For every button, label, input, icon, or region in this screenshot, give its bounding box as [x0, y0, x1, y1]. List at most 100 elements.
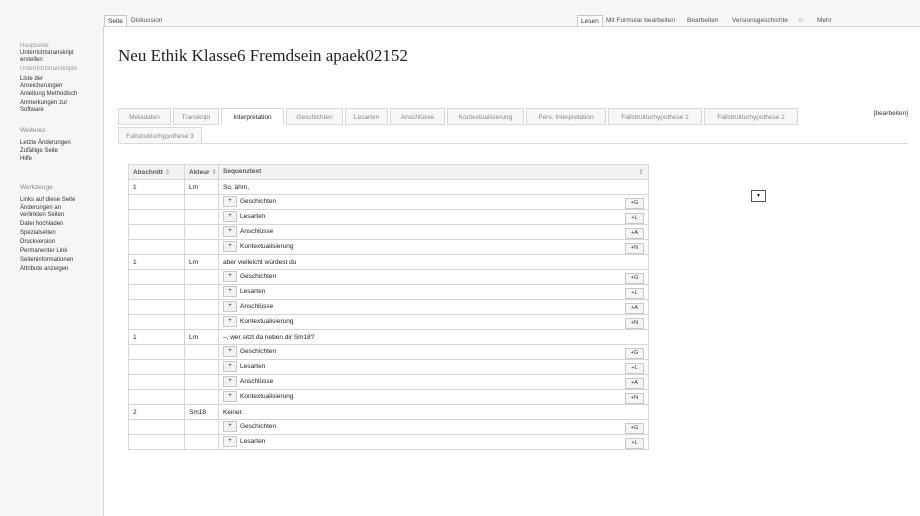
add-annotation-button[interactable]: +L [625, 437, 644, 449]
annotation-label: Kontextualisierung [240, 317, 294, 325]
sidebar-link-letzte-aenderungen[interactable]: Letzte Änderungen [20, 140, 71, 147]
header-abschnitt[interactable]: Abschnitt ⇕ [128, 164, 185, 180]
expand-plus-button[interactable]: + [223, 195, 237, 207]
content-tab-pers-interpretation[interactable]: Pers. Interpretation [526, 108, 606, 125]
expand-plus-button[interactable]: + [223, 240, 237, 252]
expand-plus-button[interactable]: + [223, 300, 237, 312]
content-tab-kontextualisierung[interactable]: Kontextualisierung [447, 108, 524, 125]
content-tab-lesarten[interactable]: Lesarten [345, 108, 388, 125]
annotation-label: Geschichten [240, 422, 277, 430]
add-annotation-button[interactable]: +A [625, 302, 644, 314]
add-annotation-button[interactable]: +A [625, 377, 644, 389]
annotation-row: + Kontextualisierung +N [128, 314, 649, 330]
sidebar-link-liste-anreicherungen-cont[interactable]: Anreicherungen [20, 83, 62, 90]
tab-panel-divider [118, 143, 908, 144]
add-annotation-button[interactable]: +G [625, 197, 644, 209]
sidebar-link-links-auf-seite[interactable]: Links auf diese Seite [20, 197, 75, 204]
expand-plus-button[interactable]: + [223, 435, 237, 447]
add-annotation-button[interactable]: +G [625, 347, 644, 359]
annotation-label: Kontextualisierung [240, 392, 294, 400]
sidebar-link-anmerkungen[interactable]: Anmerkungen zur [20, 100, 67, 107]
annotation-row: + Geschichten +G [128, 344, 649, 360]
expand-plus-button[interactable]: + [223, 360, 237, 372]
content-tab-geschichten[interactable]: Geschichten [286, 108, 343, 125]
content-tab-metadaten[interactable]: Metadaten [118, 108, 171, 125]
annotation-label: Lesarten [240, 437, 266, 445]
annotation-row: + Kontextualisierung +N [128, 389, 649, 405]
expand-plus-button[interactable]: + [223, 315, 237, 327]
annotation-label: Geschichten [240, 197, 277, 205]
sidebar-link-transkript-erstellen-cont[interactable]: erstellen [20, 57, 43, 64]
column-select-dropdown-icon[interactable]: ▾ [751, 190, 766, 202]
sidebar-link-hauptseite[interactable]: Hauptseite [20, 43, 49, 50]
sidebar-link-spezialseiten[interactable]: Spezialseiten [20, 230, 56, 237]
sidebar-heading-werkzeuge: Werkzeuge [20, 184, 53, 191]
add-annotation-button[interactable]: +L [625, 212, 644, 224]
content-tab-anschluesse[interactable]: Anschlüsse [390, 108, 445, 125]
expand-plus-button[interactable]: + [223, 210, 237, 222]
section-edit-link[interactable]: [bearbeiten] [874, 110, 908, 117]
sidebar-link-unterrichtstranskripte[interactable]: Unterrichtstranskripte [20, 66, 77, 73]
sidebar-link-aenderungen-verlinkt[interactable]: Änderungen an [20, 205, 61, 212]
cell-sequenztext: aber vielleicht würdest du [218, 254, 649, 270]
content-tab-fallstrukturhypothese-1[interactable]: Fallstrukturhypothese 1 [608, 108, 702, 125]
sidebar-link-liste-anreicherungen[interactable]: Liste der [20, 76, 43, 83]
sidebar-link-aenderungen-verlinkt-cont[interactable]: verlinkten Seiten [20, 212, 64, 219]
sort-icon[interactable]: ⇕ [639, 168, 644, 176]
empty-cell [184, 359, 219, 375]
expand-plus-button[interactable]: + [223, 420, 237, 432]
header-akteur[interactable]: Akteur ⇕ [184, 164, 219, 180]
sort-icon[interactable]: ⇕ [211, 169, 216, 176]
sidebar-link-attribute[interactable]: Attribute anzeigen [20, 266, 68, 273]
sidebar-link-anmerkungen-cont[interactable]: Software [20, 107, 44, 114]
add-annotation-button[interactable]: +N [625, 392, 644, 404]
sidebar-link-zufaellige-seite[interactable]: Zufällige Seite [20, 148, 58, 155]
expand-plus-button[interactable]: + [223, 285, 237, 297]
annotation-row: + Kontextualisierung +N [128, 239, 649, 255]
expand-plus-button[interactable]: + [223, 390, 237, 402]
cell-abschnitt: 1 [128, 179, 185, 195]
annotation-cell: + Geschichten +G [218, 269, 649, 285]
annotation-cell: + Lesarten +L [218, 209, 649, 225]
content-tab-interpretation[interactable]: Interpretation [221, 108, 284, 125]
annotation-row: + Anschlüsse +A [128, 299, 649, 315]
annotation-row: + Anschlüsse +A [128, 224, 649, 240]
sidebar-link-druckversion[interactable]: Druckversion [20, 239, 55, 246]
add-annotation-button[interactable]: +G [625, 272, 644, 284]
annotation-label: Geschichten [240, 272, 277, 280]
empty-cell [184, 194, 219, 210]
expand-plus-button[interactable]: + [223, 345, 237, 357]
annotation-label: Geschichten [240, 347, 277, 355]
add-annotation-button[interactable]: +L [625, 287, 644, 299]
expand-plus-button[interactable]: + [223, 225, 237, 237]
content-tabs: Metadaten Transkript Interpretation Gesc… [118, 108, 908, 146]
content-tab-fallstrukturhypothese-3[interactable]: Fallstrukturhypothese 3 [118, 127, 202, 144]
cell-sequenztext: –, wer sitzt da neben dir Sm18? [218, 329, 649, 345]
add-annotation-button[interactable]: +G [625, 422, 644, 434]
sidebar-link-seiteninformationen[interactable]: Seiteninformationen [20, 257, 73, 264]
annotation-cell: + Geschichten +G [218, 344, 649, 360]
expand-plus-button[interactable]: + [223, 375, 237, 387]
add-annotation-button[interactable]: +N [625, 317, 644, 329]
sidebar-link-permanenter-link[interactable]: Permanenter Link [20, 248, 67, 255]
add-annotation-button[interactable]: +N [625, 242, 644, 254]
sort-icon[interactable]: ⇕ [165, 169, 170, 176]
sidebar-link-datei-hochladen[interactable]: Datei hochladen [20, 221, 63, 228]
sidebar-link-transkript-erstellen[interactable]: Unterrichtstranskript [20, 50, 74, 57]
content-tab-transkript[interactable]: Transkript [173, 108, 219, 125]
annotation-cell: + Anschlüsse +A [218, 299, 649, 315]
empty-cell [184, 284, 219, 300]
empty-cell [184, 269, 219, 285]
empty-cell [184, 299, 219, 315]
content-tab-fallstrukturhypothese-2[interactable]: Fallstrukturhypothese 2 [704, 108, 798, 125]
header-sequenztext[interactable]: Sequenztext ⇕ [218, 164, 649, 180]
sidebar-link-anleitung[interactable]: Anleitung Methodisch [20, 91, 77, 98]
sidebar-link-hilfe[interactable]: Hilfe [20, 156, 32, 163]
expand-plus-button[interactable]: + [223, 270, 237, 282]
empty-cell [128, 359, 185, 375]
add-annotation-button[interactable]: +A [625, 227, 644, 239]
annotation-cell: + Kontextualisierung +N [218, 239, 649, 255]
annotation-label: Lesarten [240, 287, 266, 295]
cell-abschnitt: 2 [128, 404, 185, 420]
add-annotation-button[interactable]: +L [625, 362, 644, 374]
